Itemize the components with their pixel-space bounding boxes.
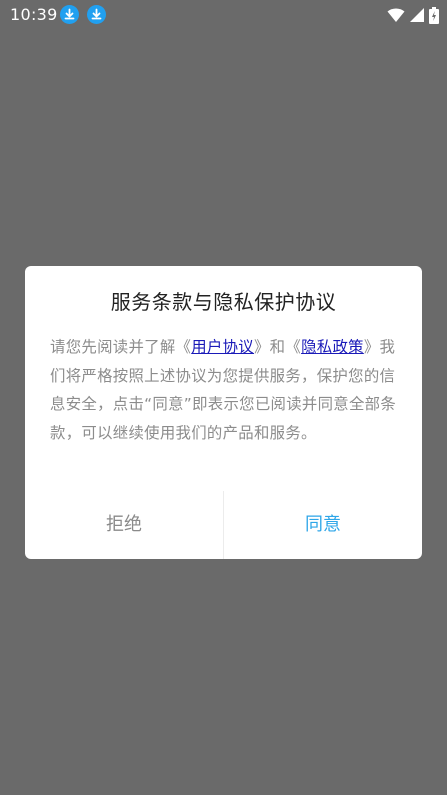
dialog-message: 请您先阅读并了解《用户协议》和《隐私政策》我们将严格按照上述协议为您提供服务，保… xyxy=(50,333,400,447)
agree-button[interactable]: 同意 xyxy=(224,491,422,559)
battery-icon xyxy=(429,6,439,24)
user-agreement-link[interactable]: 用户协议 xyxy=(191,338,254,356)
download-icon xyxy=(87,5,106,24)
signal-icon xyxy=(410,8,424,22)
dialog-title: 服务条款与隐私保护协议 xyxy=(110,290,337,314)
download-icon xyxy=(60,5,79,24)
wifi-icon xyxy=(387,8,405,22)
message-text: 》和《 xyxy=(253,338,302,356)
message-text: 请您先阅读并了解《 xyxy=(50,338,192,356)
status-bar: 10:39 xyxy=(0,0,447,30)
dialog-buttons: 拒绝 同意 xyxy=(25,491,422,559)
privacy-policy-link[interactable]: 隐私政策 xyxy=(301,338,364,356)
reject-button[interactable]: 拒绝 xyxy=(25,491,223,559)
terms-dialog: 服务条款与隐私保护协议 请您先阅读并了解《用户协议》和《隐私政策》我们将严格按照… xyxy=(25,266,422,559)
status-time: 10:39 xyxy=(10,5,58,24)
status-indicators xyxy=(387,5,439,25)
